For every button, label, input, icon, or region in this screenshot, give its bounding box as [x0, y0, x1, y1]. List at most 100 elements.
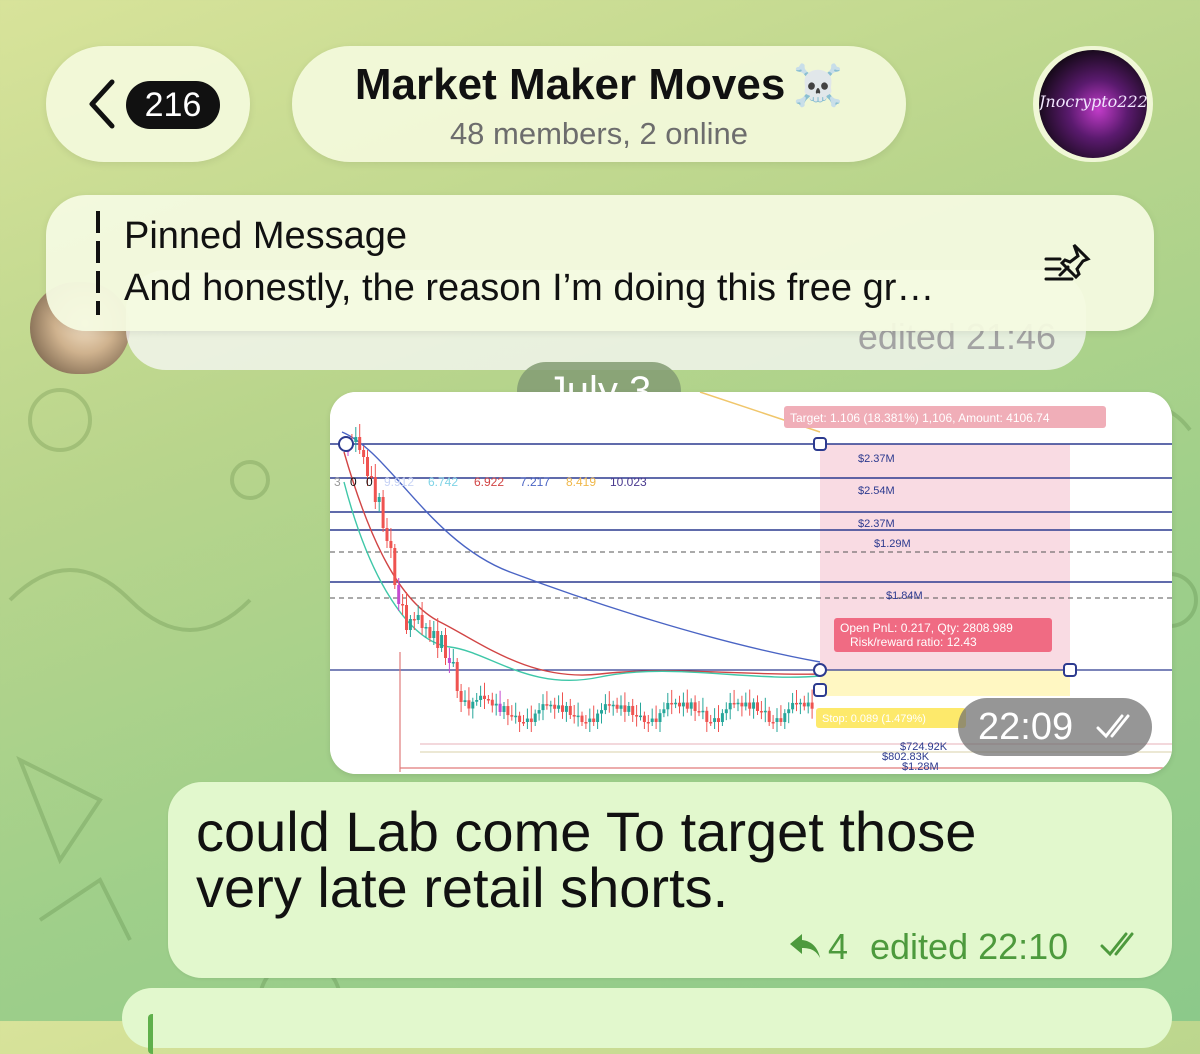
- candle-body: [693, 702, 697, 711]
- candle-body: [717, 718, 720, 722]
- chat-subtitle: 48 members, 2 online: [449, 116, 749, 151]
- candle-body: [697, 711, 701, 713]
- candle-body: [533, 713, 537, 722]
- stop-zone: [820, 670, 1070, 696]
- candle-body: [436, 631, 440, 648]
- candle-body: [490, 699, 494, 706]
- candle-body: [615, 704, 619, 709]
- skull-emoji-icon: ☠️: [793, 64, 844, 108]
- chat-header[interactable]: Market Maker Moves ☠️ 48 members, 2 onlin…: [292, 46, 906, 162]
- candle-body: [522, 722, 525, 724]
- candle-body: [689, 702, 693, 709]
- risk-reward-label: Risk/reward ratio: 12.43: [850, 635, 977, 649]
- candle-body: [479, 695, 483, 700]
- candle-body: [635, 715, 639, 717]
- candle-body: [428, 627, 432, 638]
- candle-body: [658, 713, 662, 722]
- candle-body: [486, 699, 490, 701]
- indicator-value: 9.912: [384, 475, 414, 489]
- candle-body: [498, 703, 502, 712]
- message-edited-time: edited 22:10: [870, 926, 1069, 967]
- candle-body: [475, 700, 479, 702]
- candle-body: [377, 497, 381, 502]
- candle-body: [631, 705, 635, 715]
- pinned-text: And honestly, the reason I’m doing this …: [124, 267, 935, 309]
- candle-body: [791, 702, 795, 710]
- candle-body: [525, 718, 529, 722]
- candle-body: [732, 702, 736, 705]
- candle-body: [401, 604, 405, 606]
- candle-body: [681, 702, 685, 707]
- candle-body: [381, 497, 385, 528]
- candle-body: [444, 635, 447, 658]
- candle-body: [806, 702, 810, 707]
- candle-body: [720, 713, 724, 722]
- candle-body: [373, 477, 377, 502]
- candle-body: [685, 702, 689, 709]
- candle-body: [529, 718, 533, 722]
- candle-body: [592, 718, 596, 722]
- candle-body: [471, 701, 475, 709]
- candle-body: [763, 710, 767, 713]
- candle-body: [362, 450, 366, 457]
- level-label: $2.37M: [858, 453, 895, 465]
- pinned-message-bar[interactable]: Pinned Message And honestly, the reason …: [46, 195, 1154, 331]
- candle-body: [756, 702, 759, 711]
- indicator-value: 6.922: [474, 475, 504, 489]
- candle-body: [771, 721, 775, 724]
- candle-body: [802, 702, 806, 707]
- reply-count[interactable]: 4: [828, 926, 848, 968]
- open-pnl-label: Open PnL: 0.217, Qty: 2808.989: [840, 621, 1013, 635]
- candle-body: [541, 704, 545, 711]
- avatar-label: Jnocrypto222: [1039, 92, 1147, 111]
- candle-body: [798, 702, 802, 705]
- level-label: $1.29M: [874, 538, 911, 550]
- indicator-value: 6.742: [428, 475, 458, 489]
- candle-body: [420, 615, 424, 628]
- candle-body: [724, 709, 728, 714]
- candle-body: [810, 702, 814, 709]
- candle-body: [588, 718, 592, 722]
- reply-arrow-icon[interactable]: [788, 930, 822, 960]
- back-button[interactable]: 216: [46, 46, 250, 162]
- candle-body: [412, 619, 416, 621]
- candle-body: [600, 710, 603, 714]
- message-text: could Lab come To target those very late…: [196, 800, 977, 919]
- pin-list-icon[interactable]: [1042, 239, 1098, 289]
- indicator-value: 0: [350, 475, 357, 489]
- candle-body: [642, 715, 646, 722]
- outgoing-message-bubble[interactable]: could Lab come To target those very late…: [168, 782, 1172, 978]
- candle-body: [607, 704, 611, 706]
- candle-body: [545, 704, 549, 706]
- candle-body: [701, 710, 705, 713]
- candle-body: [463, 700, 467, 702]
- chat-title: Market Maker Moves ☠️: [354, 60, 844, 109]
- unread-count-badge: 216: [126, 81, 220, 129]
- candle-body: [549, 704, 553, 707]
- candle-body: [537, 710, 541, 714]
- candle-body: [596, 713, 600, 722]
- candle-body: [736, 702, 740, 705]
- candle-body: [740, 702, 744, 707]
- candle-body: [662, 709, 666, 714]
- candle-body: [639, 715, 642, 718]
- candle-body: [514, 715, 518, 718]
- candle-body: [584, 722, 588, 724]
- candle-body: [752, 702, 756, 709]
- candle-body: [494, 703, 498, 706]
- image-message-time: 22:09: [958, 698, 1152, 756]
- candle-body: [483, 695, 486, 699]
- candle-body: [389, 541, 393, 548]
- candle-body: [557, 705, 561, 709]
- next-message-bubble[interactable]: [122, 988, 1172, 1054]
- double-check-icon: [1096, 714, 1130, 739]
- candle-body: [759, 711, 763, 713]
- candle-body: [459, 691, 463, 702]
- candle-body: [424, 627, 428, 629]
- double-check-icon: [1100, 932, 1134, 957]
- candle-body: [709, 721, 713, 724]
- candle-body: [670, 702, 674, 705]
- candle-body: [416, 615, 420, 620]
- group-avatar[interactable]: Jnocrypto222: [1033, 46, 1153, 162]
- candle-body: [440, 635, 444, 648]
